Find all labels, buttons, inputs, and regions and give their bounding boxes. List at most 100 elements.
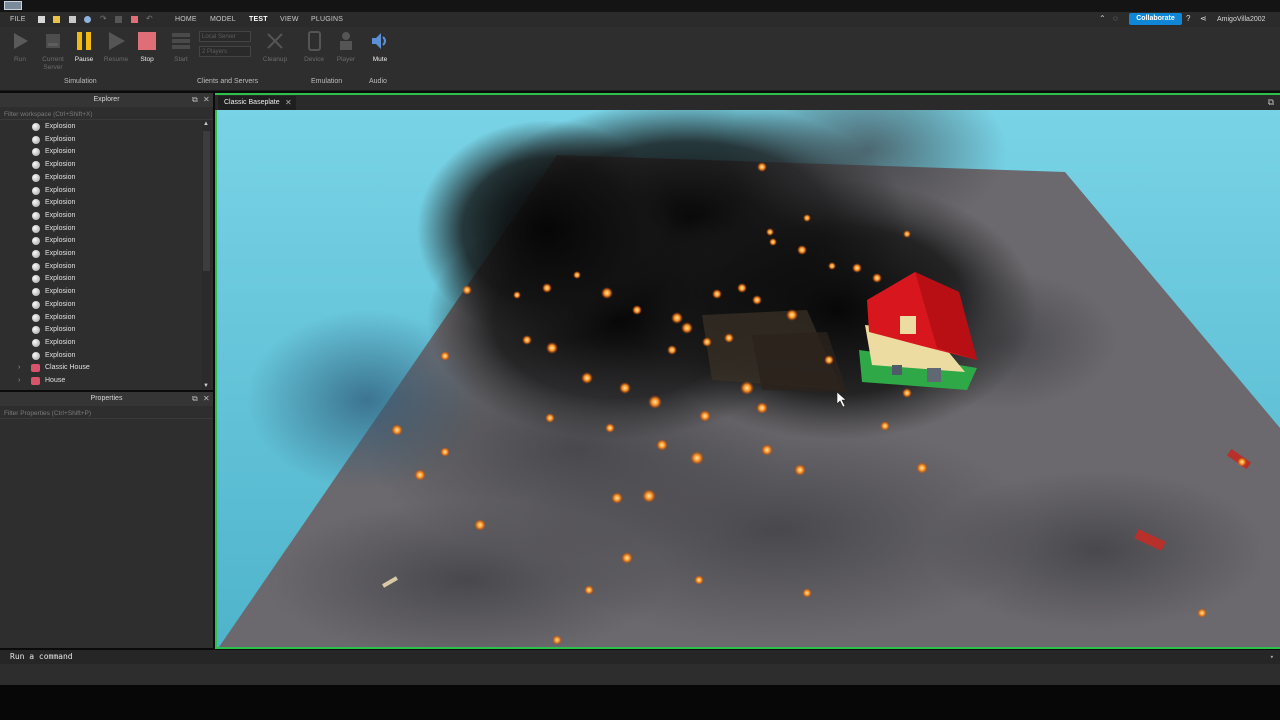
properties-filter-input[interactable]: Filter Properties (Ctrl+Shift+P) xyxy=(0,408,213,419)
pause-label: Pause xyxy=(74,56,94,63)
maximize-viewport-icon[interactable]: ⧉ xyxy=(1268,97,1274,108)
explosion-icon xyxy=(32,135,40,144)
explosion-icon xyxy=(32,224,40,233)
scroll-thumb[interactable] xyxy=(203,131,210,271)
document-tab-bar: Classic Baseplate ✕ ⧉ xyxy=(215,93,1280,110)
tree-item-explosion[interactable]: Explosion xyxy=(0,172,200,184)
pause-button[interactable]: Pause xyxy=(70,31,98,63)
tab-view[interactable]: VIEW xyxy=(280,16,299,23)
help-icon[interactable]: ? xyxy=(1186,14,1191,23)
properties-header: Properties ⧉ ✕ xyxy=(0,392,213,406)
tree-item-explosion[interactable]: Explosion xyxy=(0,197,200,209)
title-bar xyxy=(0,0,1280,12)
publish-icon[interactable] xyxy=(84,16,91,23)
undock-icon[interactable]: ⧉ xyxy=(192,96,198,104)
server-type-dropdown[interactable]: Local Server xyxy=(199,31,251,42)
new-file-icon[interactable] xyxy=(38,16,45,23)
explosion-icon xyxy=(32,250,40,258)
start-button[interactable]: Start xyxy=(167,31,195,63)
command-history-icon[interactable]: ▾ xyxy=(1270,650,1274,664)
explorer-scrollbar[interactable]: ▲ ▼ xyxy=(202,121,211,389)
collapse-ribbon-icon[interactable]: ⌃ xyxy=(1099,14,1106,23)
explorer-filter-input[interactable]: Filter workspace (Ctrl+Shift+X) xyxy=(0,109,213,120)
game-viewport[interactable] xyxy=(215,110,1280,649)
undock-icon[interactable]: ⧉ xyxy=(192,395,198,403)
start-label: Start xyxy=(174,56,188,63)
share-icon[interactable]: ⋖ xyxy=(1200,14,1207,23)
explosion-icon xyxy=(32,211,40,220)
tree-item-explosion[interactable]: Explosion xyxy=(0,146,200,158)
tree-item-explosion[interactable]: Explosion xyxy=(0,350,200,362)
tab-home[interactable]: HOME xyxy=(175,16,197,23)
player-icon xyxy=(340,32,352,50)
explosion-icon xyxy=(32,300,40,309)
close-tab-icon[interactable]: ✕ xyxy=(285,96,292,110)
cleanup-button[interactable]: Cleanup xyxy=(261,31,289,63)
explosion-icon xyxy=(32,313,40,322)
cleanup-label: Cleanup xyxy=(262,56,288,63)
scroll-up-icon[interactable]: ▲ xyxy=(203,121,209,127)
collaborate-button[interactable]: Collaborate xyxy=(1129,13,1182,25)
stop-label: Stop xyxy=(140,56,154,63)
tree-item-explosion[interactable]: Explosion xyxy=(0,299,200,311)
player-count-dropdown[interactable]: 2 Players xyxy=(199,46,251,57)
tree-item-house[interactable]: › House xyxy=(0,375,200,387)
tree-item-explosion[interactable]: Explosion xyxy=(0,223,200,235)
start-icon xyxy=(172,33,190,49)
redo-icon[interactable]: ↷ xyxy=(100,14,107,23)
tree-item-explosion[interactable]: Explosion xyxy=(0,134,200,146)
speaker-icon xyxy=(372,33,386,49)
explosion-icon xyxy=(32,326,40,335)
close-icon[interactable]: ✕ xyxy=(203,96,210,104)
tree-item-explosion[interactable]: Explosion xyxy=(0,159,200,171)
tab-classic-baseplate[interactable]: Classic Baseplate ✕ xyxy=(218,96,296,110)
explosion-icon xyxy=(32,148,40,157)
group-emulation: Emulation xyxy=(311,78,343,85)
explosion-icon xyxy=(32,288,40,297)
username[interactable]: AmigoVilla2002 xyxy=(1217,16,1266,23)
tree-item-explosion[interactable]: Explosion xyxy=(0,273,200,285)
studio-logo-icon xyxy=(4,1,22,10)
resume-button[interactable]: Resume xyxy=(102,31,130,63)
tree-item-explosion[interactable]: Explosion xyxy=(0,324,200,336)
explosion-icon xyxy=(32,351,40,360)
tree-item-explosion[interactable]: Explosion xyxy=(0,261,200,273)
run-button[interactable]: Run xyxy=(6,31,34,63)
explosion-icon xyxy=(32,275,40,284)
notification-bell-icon[interactable]: ◌ xyxy=(1113,14,1118,23)
stop-icon xyxy=(138,32,156,50)
menu-file[interactable]: FILE xyxy=(10,16,26,23)
tree-item-explosion[interactable]: Explosion xyxy=(0,210,200,222)
tree-item-explosion[interactable]: Explosion xyxy=(0,312,200,324)
device-icon xyxy=(308,31,321,51)
tab-model[interactable]: MODEL xyxy=(210,16,236,23)
tree-item-explosion[interactable]: Explosion xyxy=(0,185,200,197)
tree-item-explosion[interactable]: Explosion xyxy=(0,248,200,260)
tab-plugins[interactable]: PLUGINS xyxy=(311,16,343,23)
tree-item-explosion[interactable]: Explosion xyxy=(0,121,200,133)
device-button[interactable]: Device xyxy=(300,31,328,63)
explosion-icon xyxy=(32,338,40,347)
close-icon[interactable]: ✕ xyxy=(203,395,210,403)
tab-test[interactable]: TEST xyxy=(249,16,268,23)
scene-render xyxy=(217,110,1280,647)
current-server-button[interactable]: Current Server xyxy=(39,31,67,72)
explorer-panel: Explorer ⧉ ✕ Filter workspace (Ctrl+Shif… xyxy=(0,93,213,390)
tree-item-explosion[interactable]: Explosion xyxy=(0,235,200,247)
explosion-icon xyxy=(32,262,40,271)
tree-item-explosion[interactable]: Explosion xyxy=(0,286,200,298)
command-input[interactable]: Run a command xyxy=(10,650,73,664)
stop-small-icon[interactable] xyxy=(131,16,138,23)
undo-icon[interactable]: ↶ xyxy=(146,14,153,23)
stop-button[interactable]: Stop xyxy=(133,31,161,63)
open-folder-icon[interactable] xyxy=(53,16,60,23)
save-icon[interactable] xyxy=(69,16,76,23)
mute-button[interactable]: Mute xyxy=(366,31,394,63)
expand-arrow-icon[interactable]: › xyxy=(18,362,20,374)
tree-item-classic-house[interactable]: › Classic House xyxy=(0,362,200,374)
player-button[interactable]: Player xyxy=(332,31,360,63)
play-here-icon[interactable] xyxy=(115,16,122,23)
tree-item-explosion[interactable]: Explosion xyxy=(0,337,200,349)
expand-arrow-icon[interactable]: › xyxy=(18,375,20,387)
scroll-down-icon[interactable]: ▼ xyxy=(203,383,209,389)
